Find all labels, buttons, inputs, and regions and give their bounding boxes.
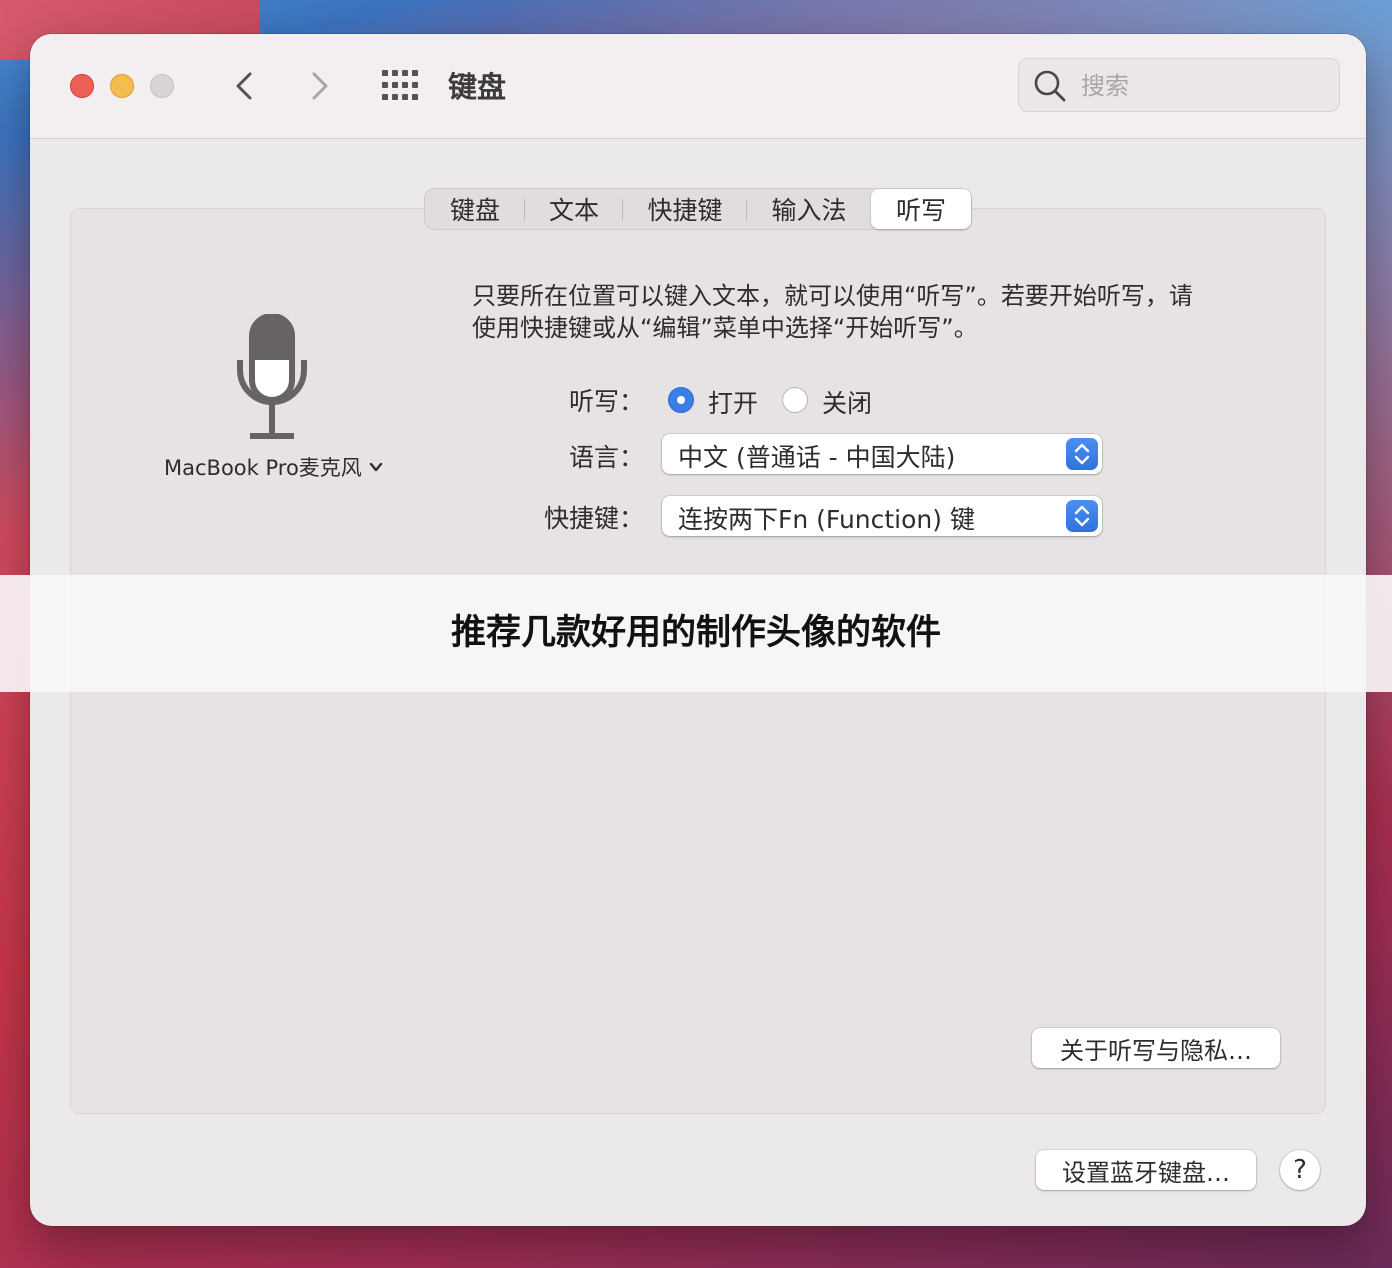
overlay-banner-text: 推荐几款好用的制作头像的软件 xyxy=(450,613,941,653)
tab-bar: 键盘 文本 快捷键 输入法 听写 xyxy=(424,188,972,230)
shortcut-select[interactable]: 连按两下Fn (Function) 键 xyxy=(662,496,1102,536)
shortcut-value: 连按两下Fn (Function) 键 xyxy=(678,505,975,534)
zoom-button[interactable] xyxy=(150,74,174,98)
dictation-off-label[interactable]: 关闭 xyxy=(822,384,872,420)
updown-arrows-icon xyxy=(1066,500,1098,532)
grid-icon xyxy=(382,70,418,100)
microphone-icon xyxy=(237,314,307,439)
search-field[interactable] xyxy=(1018,58,1340,113)
language-value: 中文 (普通话 - 中国大陆) xyxy=(678,443,956,472)
shortcut-label: 快捷键： xyxy=(543,504,644,533)
dictation-off-radio[interactable] xyxy=(782,387,808,413)
tab-dictation[interactable]: 听写 xyxy=(871,189,971,229)
updown-arrows-icon xyxy=(1066,438,1098,470)
setup-bluetooth-keyboard-button[interactable]: 设置蓝牙键盘… xyxy=(1036,1150,1256,1190)
window-title: 键盘 xyxy=(448,70,507,104)
search-input[interactable] xyxy=(1079,59,1333,113)
search-icon xyxy=(1034,70,1066,102)
language-label: 语言： xyxy=(568,443,644,472)
chevron-down-icon xyxy=(369,462,382,472)
dictation-on-label[interactable]: 打开 xyxy=(708,384,758,420)
show-all-button[interactable] xyxy=(380,68,420,104)
tab-keyboard[interactable]: 键盘 xyxy=(425,189,525,229)
dictation-on-radio[interactable] xyxy=(668,387,694,413)
minimize-button[interactable] xyxy=(110,74,134,98)
language-select[interactable]: 中文 (普通话 - 中国大陆) xyxy=(662,434,1102,474)
close-button[interactable] xyxy=(70,74,94,98)
mic-source-popup[interactable]: MacBook Pro麦克风 xyxy=(164,452,384,482)
dictation-toggle-label: 听写： xyxy=(568,387,644,416)
titlebar: 键盘 xyxy=(30,34,1366,139)
chevron-left-icon xyxy=(236,72,252,100)
tab-shortcuts[interactable]: 快捷键 xyxy=(623,189,747,229)
tab-input-sources[interactable]: 输入法 xyxy=(747,189,871,229)
overlay-banner: 推荐几款好用的制作头像的软件 xyxy=(0,575,1392,692)
help-button[interactable]: ? xyxy=(1280,1150,1320,1190)
chevron-right-icon xyxy=(312,72,328,100)
mic-source-label: MacBook Pro麦克风 xyxy=(164,456,362,480)
back-button[interactable] xyxy=(226,66,266,106)
tab-text[interactable]: 文本 xyxy=(525,189,623,229)
forward-button[interactable] xyxy=(298,66,338,106)
dictation-description: 只要所在位置可以键入文本，就可以使用“听写”。若要开始听写，请使用快捷键或从“编… xyxy=(472,282,1193,342)
dictation-privacy-button[interactable]: 关于听写与隐私… xyxy=(1032,1028,1280,1068)
